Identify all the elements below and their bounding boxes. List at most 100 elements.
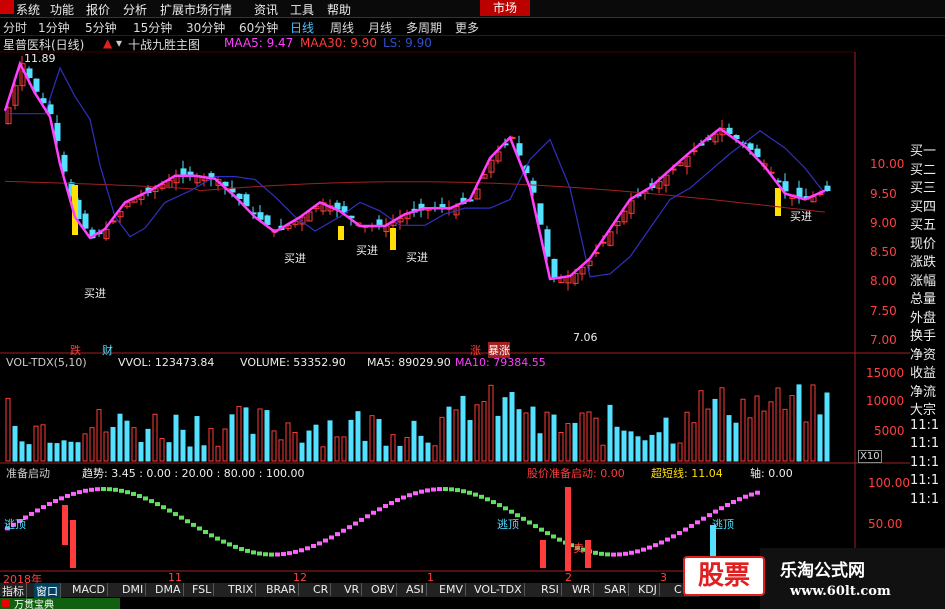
indicator-tab[interactable]: RSI [539, 583, 562, 596]
oscillator-step [695, 520, 700, 525]
volume-value: VOLUME: 53352.90 [240, 356, 346, 369]
oscillator-step [383, 504, 388, 509]
volume-bar [159, 438, 165, 462]
volume-bar [131, 427, 137, 462]
price-axis-tick: 8.50 [870, 245, 897, 259]
indicator-tab[interactable]: WR [570, 583, 594, 596]
oscillator-step [95, 487, 100, 492]
indicator-tab[interactable]: FSL [190, 583, 215, 596]
status-text[interactable]: 万贯宝典 [14, 596, 54, 609]
indicator-tab[interactable]: MACD [70, 583, 108, 596]
volume-bar [348, 419, 354, 462]
oscillator-step [59, 496, 64, 501]
volume-bar [544, 411, 550, 462]
volume-bar [586, 411, 592, 462]
indicator-tab[interactable]: VOL-TDX [472, 583, 525, 596]
indicator-tab[interactable]: VR [342, 583, 363, 596]
indicator-tab[interactable]: DMI [120, 583, 147, 596]
oscillator-step [185, 519, 190, 524]
volume-bar [341, 436, 347, 462]
price-high-label: 11.89 [24, 52, 56, 65]
price-axis-tick: 9.50 [870, 187, 897, 201]
candle-body [551, 258, 558, 280]
volume-bar [383, 445, 389, 462]
indicator-tab[interactable]: OBV [369, 583, 398, 596]
volume-bar [523, 412, 529, 462]
volume-bar [40, 424, 46, 462]
oscillator-step [413, 491, 418, 496]
sell-label: 卖 [573, 542, 584, 555]
volume-bar [705, 408, 711, 462]
oscillator-step [743, 494, 748, 499]
volume-bar [600, 444, 606, 462]
oscillator-step [341, 528, 346, 533]
volume-bar [187, 446, 193, 462]
buy-signal-label: 买进 [406, 251, 428, 264]
oscillator-step [683, 527, 688, 532]
oscillator-step [755, 490, 760, 495]
vvol-value: VVOL: 123473.84 [118, 356, 215, 369]
oscillator-step [227, 542, 232, 547]
volume-bar [768, 401, 774, 462]
volume-bar [754, 395, 760, 462]
volume-bar [488, 384, 494, 462]
oscillator-step [89, 487, 94, 492]
volume-bar [789, 395, 795, 462]
indicator-tab[interactable]: KDJ [636, 583, 660, 596]
price-axis-tick: 8.00 [870, 274, 897, 288]
volume-bar [229, 414, 235, 462]
escape-top-label: 逃顶 [497, 518, 519, 531]
oscillator-step [347, 525, 352, 530]
indicator-tab[interactable]: CR [311, 583, 332, 596]
volume-bar [628, 431, 634, 462]
oscillator-step [419, 489, 424, 494]
oscillator-step [725, 502, 730, 507]
volume-bar [670, 443, 676, 462]
oscillator-step [209, 533, 214, 538]
volume-bar [124, 420, 130, 462]
volume-bar [215, 445, 221, 462]
indicator-tab[interactable]: SAR [602, 583, 630, 596]
volume-bar [621, 430, 627, 462]
indicator-tab[interactable]: TRIX [226, 583, 257, 596]
volume-bar [299, 442, 305, 462]
volume-bar [817, 414, 823, 462]
volume-bar [271, 430, 277, 462]
oscillator-step [125, 490, 130, 495]
volume-bar [824, 392, 830, 462]
oscillator-step [599, 551, 604, 556]
oscillator-step [689, 523, 694, 528]
osc-axis-tick: 50.00 [868, 517, 903, 531]
osc-axis-tick: 100.00 [868, 476, 910, 490]
volume-bar [278, 439, 284, 462]
volume-indicator-name[interactable]: VOL-TDX(5,10) [6, 356, 87, 369]
oscillator-step [269, 552, 274, 557]
volume-bar [635, 436, 641, 462]
buy-signal-label: 买进 [284, 252, 306, 265]
oscillator-step [407, 493, 412, 498]
oscillator-step [503, 506, 508, 511]
oscillator-step [221, 539, 226, 544]
volume-bar [642, 440, 648, 462]
side-panel-field: 11:1 [910, 454, 940, 470]
oscillator-step [647, 545, 652, 550]
volume-bar [803, 421, 809, 462]
oscillator-step [131, 491, 136, 496]
volume-bar [334, 436, 340, 462]
chart-area [0, 51, 910, 580]
indicator-tab[interactable]: EMV [437, 583, 466, 596]
stock-terminal-window: { "menu": { "items": ["系统","功能","报价","分析… [0, 0, 945, 609]
indicator-tab[interactable]: BRAR [264, 583, 299, 596]
indicator-tab[interactable]: ASI [404, 583, 427, 596]
oscillator-step [29, 511, 34, 516]
price-axis-tick: 9.00 [870, 216, 897, 230]
osc-indicator-name[interactable]: 准备启动 [6, 465, 50, 481]
oscillator-bar [565, 487, 571, 571]
volume-bar [355, 411, 361, 462]
oscillator-step [83, 488, 88, 493]
indicator-tab[interactable]: DMA [153, 583, 184, 596]
side-panel-field: 总量 [910, 292, 937, 307]
ma-long-line [4, 180, 826, 213]
volume-bar [208, 427, 214, 462]
oscillator-step [287, 551, 292, 556]
